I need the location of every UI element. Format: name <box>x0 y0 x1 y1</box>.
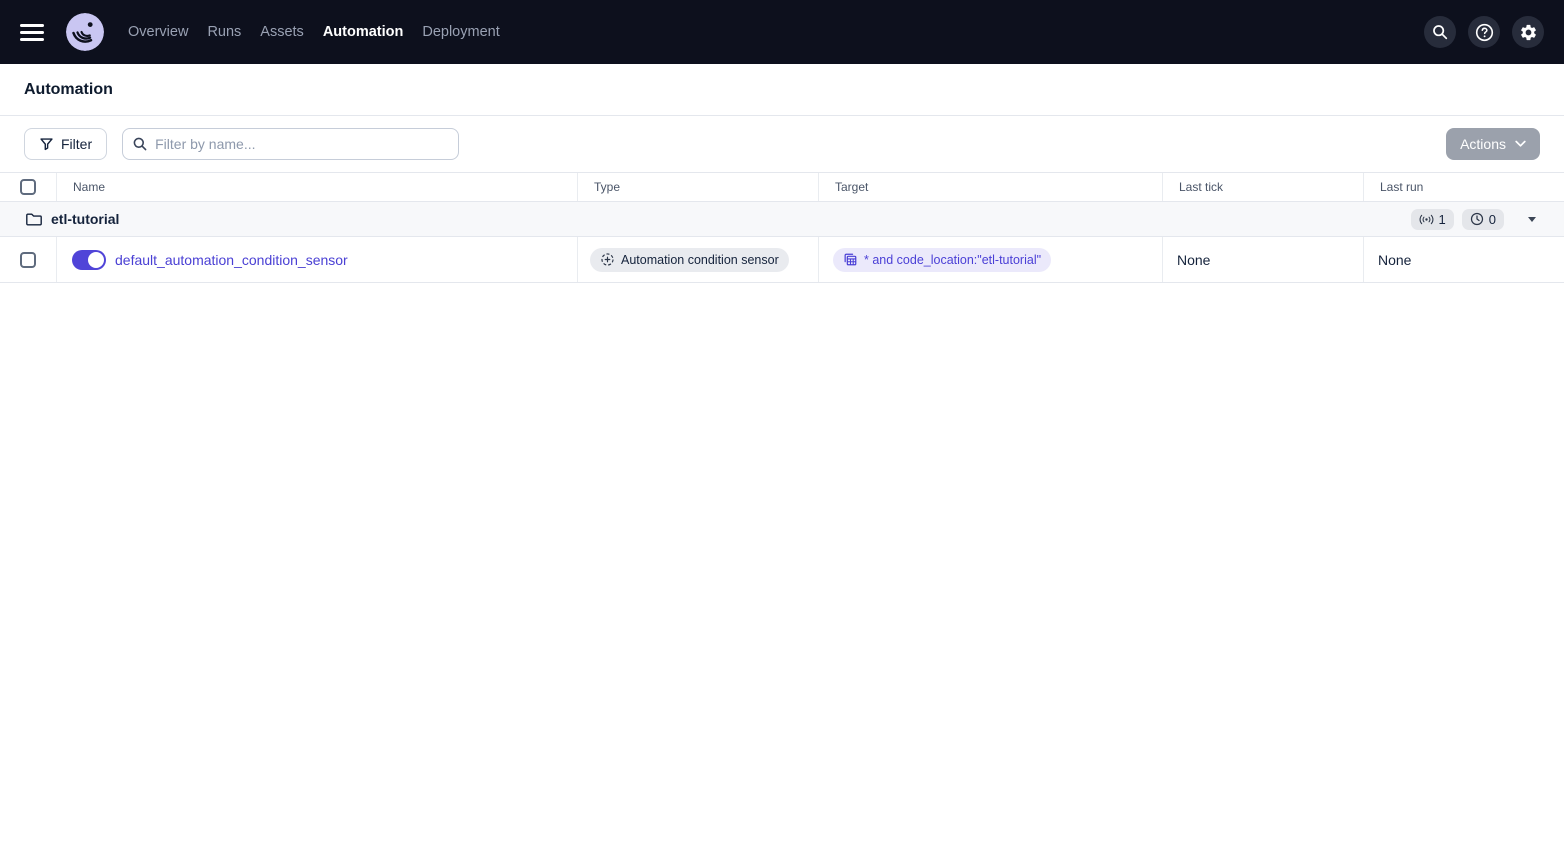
select-all-checkbox[interactable] <box>20 179 36 195</box>
target-badge-label: * and code_location:"etl-tutorial" <box>864 252 1042 267</box>
schedule-count-badge: 0 <box>1461 208 1504 230</box>
page-header: Automation <box>0 64 1564 116</box>
row-checkbox[interactable] <box>20 251 36 268</box>
column-header-last-tick: Last tick <box>1163 173 1364 201</box>
sensor-count: 1 <box>1438 211 1446 227</box>
filter-button-label: Filter <box>61 136 93 152</box>
search-icon <box>1433 25 1448 40</box>
hamburger-menu-icon[interactable] <box>20 18 48 46</box>
sensor-count-badge: 1 <box>1410 208 1454 230</box>
clock-icon <box>1470 212 1483 226</box>
header-checkbox-cell <box>0 173 57 201</box>
nav-item-deployment[interactable]: Deployment <box>422 24 499 40</box>
folder-icon <box>26 213 42 225</box>
code-location-group-row: etl-tutorial 1 0 <box>0 202 1564 237</box>
automation-condition-icon <box>601 253 614 266</box>
dagster-logo[interactable] <box>66 13 104 51</box>
column-header-last-run: Last run <box>1380 180 1424 194</box>
settings-button[interactable] <box>1512 16 1544 48</box>
page-title: Automation <box>24 80 113 98</box>
toggle-knob <box>88 251 104 268</box>
group-name: etl-tutorial <box>51 211 120 227</box>
nav-item-automation[interactable]: Automation <box>323 24 404 40</box>
toolbar: Filter Actions <box>0 116 1564 172</box>
nav-item-runs[interactable]: Runs <box>207 24 241 40</box>
gear-icon <box>1520 24 1536 40</box>
caret-down-icon <box>1528 216 1536 222</box>
search-button[interactable] <box>1424 16 1456 48</box>
sensor-name-link[interactable]: default_automation_condition_sensor <box>115 252 348 268</box>
asset-table-icon <box>844 253 857 266</box>
name-cell: default_automation_condition_sensor <box>57 237 578 282</box>
filter-by-name-input[interactable] <box>122 128 460 160</box>
type-badge: Automation condition sensor <box>590 247 789 272</box>
column-header-target: Target <box>819 173 1163 201</box>
row-checkbox-cell <box>0 237 57 282</box>
actions-button-label: Actions <box>1460 136 1506 152</box>
help-button[interactable] <box>1468 16 1500 48</box>
nav-item-overview[interactable]: Overview <box>128 24 188 40</box>
help-icon <box>1475 23 1493 41</box>
funnel-icon <box>40 137 53 150</box>
name-filter-wrap <box>122 128 460 160</box>
schedule-count: 0 <box>1488 211 1496 227</box>
group-expand-button[interactable] <box>1524 211 1540 227</box>
table-row: default_automation_condition_sensor Auto… <box>0 237 1564 283</box>
last-tick-cell: None <box>1163 237 1364 282</box>
top-navbar: Overview Runs Assets Automation Deployme… <box>0 0 1564 64</box>
table-header-row: Name Type Target Last tick Last run <box>0 172 1564 202</box>
column-header-type: Type <box>578 173 819 201</box>
type-badge-label: Automation condition sensor <box>621 252 779 267</box>
target-badge[interactable]: * and code_location:"etl-tutorial" <box>833 247 1052 272</box>
sensor-enabled-toggle[interactable] <box>72 249 106 270</box>
filter-button[interactable]: Filter <box>24 128 108 160</box>
chevron-down-icon <box>1515 140 1526 147</box>
last-run-cell: None <box>1378 251 1412 268</box>
actions-button[interactable]: Actions <box>1446 128 1540 160</box>
primary-nav: Overview Runs Assets Automation Deployme… <box>128 24 500 40</box>
nav-item-assets[interactable]: Assets <box>260 24 304 40</box>
type-cell: Automation condition sensor <box>578 237 819 282</box>
sensor-icon <box>1419 214 1433 224</box>
search-icon <box>133 137 147 151</box>
column-header-name: Name <box>57 173 578 201</box>
target-cell: * and code_location:"etl-tutorial" <box>819 237 1163 282</box>
automation-table: Name Type Target Last tick Last run etl-… <box>0 172 1564 283</box>
